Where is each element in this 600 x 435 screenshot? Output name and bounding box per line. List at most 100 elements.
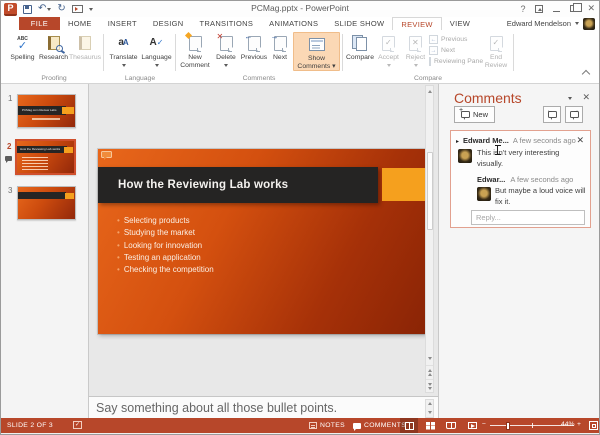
accept-button[interactable]: ✓ Accept bbox=[375, 32, 402, 69]
tab-transitions[interactable]: TRANSITIONS bbox=[191, 17, 261, 30]
compare-icon bbox=[352, 33, 368, 53]
new-comment-button[interactable]: New Comment bbox=[178, 31, 212, 71]
spell-check-status-icon[interactable] bbox=[73, 421, 82, 429]
tab-animations[interactable]: ANIMATIONS bbox=[261, 17, 326, 30]
tab-file[interactable]: FILE bbox=[19, 17, 60, 30]
compare-next-button[interactable]: → Next bbox=[429, 45, 482, 56]
zoom-level[interactable]: 44% bbox=[561, 421, 575, 428]
accept-icon: ✓ bbox=[382, 33, 395, 53]
translate-button[interactable]: a A Translate bbox=[107, 32, 140, 67]
end-review-button[interactable]: ✓ End Review bbox=[482, 32, 510, 69]
reply-avatar bbox=[477, 187, 491, 201]
comment-card[interactable]: ▸ Edward Me... A few seconds ago ✕ This … bbox=[450, 130, 591, 228]
ribbon-display-options-icon[interactable] bbox=[535, 4, 544, 13]
thumbnail-number: 3 bbox=[8, 186, 13, 195]
comment-marker-icon: ▸ bbox=[456, 139, 460, 145]
zoom-out-button[interactable]: − bbox=[482, 421, 486, 428]
close-icon[interactable]: ✕ bbox=[587, 3, 595, 14]
fit-slide-to-window-icon[interactable] bbox=[589, 421, 598, 430]
compare-previous-icon: ← bbox=[429, 35, 438, 44]
vertical-scrollbar[interactable] bbox=[425, 85, 434, 393]
delete-comment-button[interactable]: ✕ Delete bbox=[212, 32, 240, 71]
thumbnail-number: 1 bbox=[8, 94, 13, 103]
show-comments-button[interactable]: Show Comments ▾ bbox=[293, 32, 340, 71]
new-comment-pane-button[interactable]: + New bbox=[454, 106, 495, 123]
help-icon[interactable]: ? bbox=[520, 4, 525, 14]
reviewing-pane-button[interactable]: Reviewing Pane bbox=[429, 56, 483, 67]
thumbnail-1-title: PCMag.com Review Labs bbox=[22, 109, 57, 112]
scroll-down-icon[interactable] bbox=[426, 353, 433, 364]
thumbnail-comment-marker-icon bbox=[5, 156, 12, 163]
zoom-slider-thumb[interactable] bbox=[506, 421, 510, 430]
notes-toggle[interactable]: NOTES bbox=[309, 422, 345, 429]
slide-comment-marker-icon[interactable] bbox=[101, 151, 112, 160]
slide-sorter-icon bbox=[425, 421, 435, 430]
comments-toggle[interactable]: COMMENTS bbox=[353, 422, 406, 431]
comment-author: Edward Me... bbox=[463, 136, 509, 145]
thesaurus-icon bbox=[79, 33, 91, 53]
previous-comment-button[interactable]: ← Previous bbox=[240, 32, 268, 71]
group-language: a A Translate A ✓ Language Language bbox=[107, 30, 173, 83]
slide-bullet-list[interactable]: Selecting products Studying the market L… bbox=[117, 215, 214, 276]
thesaurus-button[interactable]: Thesaurus bbox=[69, 32, 101, 62]
notes-scroll-down-icon[interactable] bbox=[426, 408, 433, 417]
powerpoint-window: P ↶ ↻ PCMag.pptx - PowerPoint ? ✕ FILE H… bbox=[0, 0, 600, 435]
spelling-button[interactable]: ABC ✓ Spelling bbox=[7, 32, 38, 62]
normal-view-button[interactable] bbox=[400, 418, 418, 433]
minimize-icon[interactable] bbox=[553, 10, 561, 13]
slide-thumbnail-3[interactable] bbox=[17, 186, 76, 220]
slide-indicator: SLIDE 2 OF 3 bbox=[7, 422, 53, 429]
comment-text: This isn't very interesting visually. bbox=[477, 148, 560, 168]
translate-icon: a A bbox=[118, 37, 129, 49]
slide-bullet: Selecting products bbox=[117, 215, 214, 227]
scroll-up-icon[interactable] bbox=[426, 86, 433, 97]
ribbon: ABC ✓ Spelling Research Thesaurus Proofi… bbox=[1, 30, 599, 84]
slide-sorter-button[interactable] bbox=[421, 418, 439, 433]
tab-view[interactable]: VIEW bbox=[442, 17, 478, 30]
next-slide-button[interactable] bbox=[426, 379, 433, 392]
slide-thumbnail-1[interactable]: PCMag.com Review Labs bbox=[17, 94, 76, 128]
reject-button[interactable]: ✕ Reject bbox=[402, 32, 429, 69]
notes-scrollbar[interactable] bbox=[425, 399, 434, 418]
group-comments: New Comment ✕ Delete ← Previous → Next S… bbox=[178, 30, 340, 83]
previous-comment-pane-button[interactable]: ← bbox=[543, 106, 561, 123]
slide-show-button[interactable] bbox=[463, 418, 481, 433]
pane-close-icon[interactable]: ✕ bbox=[582, 92, 590, 103]
notes-scroll-up-icon[interactable] bbox=[426, 399, 433, 408]
next-comment-pane-button[interactable]: → bbox=[565, 106, 583, 123]
account-menu[interactable]: Edward Mendelson bbox=[507, 17, 599, 30]
tab-review[interactable]: REVIEW bbox=[392, 17, 442, 30]
slide-title-box[interactable]: How the Reviewing Lab works bbox=[98, 167, 378, 203]
collapse-ribbon-icon[interactable] bbox=[581, 69, 591, 79]
slide-accent-rectangle[interactable] bbox=[382, 168, 425, 201]
slide-editor[interactable]: How the Reviewing Lab works Selecting pr… bbox=[98, 149, 426, 334]
delete-comment-icon[interactable]: ✕ bbox=[576, 135, 584, 146]
scrollbar-thumb[interactable] bbox=[426, 152, 433, 230]
slide-bullet: Testing an application bbox=[117, 252, 214, 264]
slide-bullet: Checking the competition bbox=[117, 264, 214, 276]
reply-input[interactable] bbox=[471, 210, 585, 225]
language-button[interactable]: A ✓ Language bbox=[140, 32, 173, 67]
tab-home[interactable]: HOME bbox=[60, 17, 100, 30]
slide-thumbnail-2[interactable]: How the Reviewing Lab works bbox=[15, 139, 76, 175]
tab-slideshow[interactable]: SLIDE SHOW bbox=[326, 17, 392, 30]
tab-insert[interactable]: INSERT bbox=[100, 17, 145, 30]
tab-design[interactable]: DESIGN bbox=[145, 17, 192, 30]
research-button[interactable]: Research bbox=[38, 32, 69, 62]
delete-comment-icon: ✕ bbox=[217, 32, 233, 53]
restore-icon[interactable] bbox=[570, 3, 582, 12]
notes-pane[interactable]: Say something about all those bullet poi… bbox=[89, 396, 438, 418]
previous-slide-button[interactable] bbox=[426, 365, 433, 378]
pane-options-icon[interactable] bbox=[568, 97, 572, 100]
slide-thumbnail-panel: 1 PCMag.com Review Labs 2 How the Review… bbox=[1, 84, 89, 418]
compare-previous-button[interactable]: ← Previous bbox=[429, 34, 482, 45]
comment-time: A few seconds ago bbox=[512, 136, 576, 145]
new-comment-bubble-icon: + bbox=[459, 107, 470, 120]
slide-canvas: How the Reviewing Lab works Selecting pr… bbox=[89, 84, 438, 418]
language-dropdown-icon bbox=[154, 63, 159, 67]
zoom-in-button[interactable]: + bbox=[577, 421, 581, 428]
previous-comment-icon: ← bbox=[245, 32, 261, 53]
next-comment-button[interactable]: → Next bbox=[268, 32, 292, 71]
compare-button[interactable]: Compare bbox=[345, 32, 375, 69]
reading-view-button[interactable] bbox=[442, 418, 460, 433]
